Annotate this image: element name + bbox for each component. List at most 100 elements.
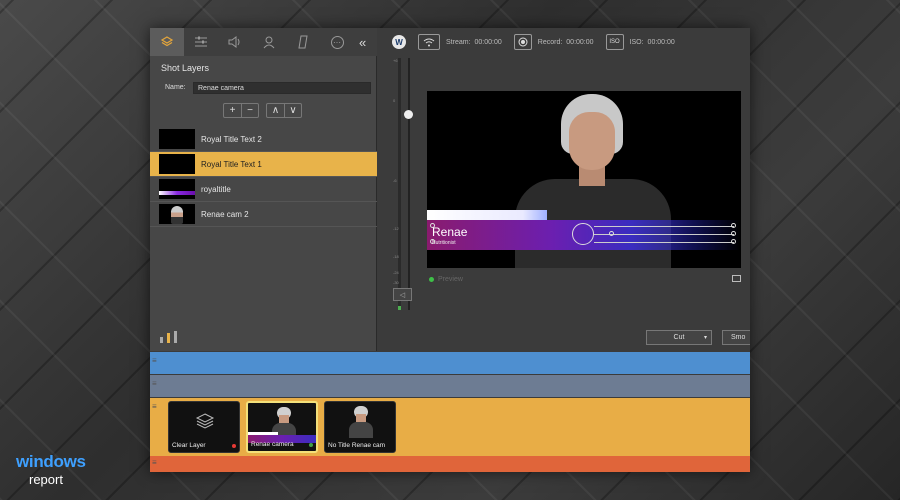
record-icon: [518, 37, 528, 47]
wirecast-window: ⋯ « Shot Layers Name: + − ∧ ∨ Royal Titl…: [150, 28, 750, 472]
transform-anchor[interactable]: [609, 231, 614, 236]
drag-handle-icon[interactable]: ≡: [152, 379, 162, 388]
tab-more[interactable]: ⋯: [320, 28, 354, 56]
preview-monitor[interactable]: Renae Nutritionist: [427, 91, 741, 268]
transform-anchor[interactable]: [731, 231, 736, 236]
watermark-logo: windows: [16, 452, 86, 471]
shot-layers-panel: ⋯ « Shot Layers Name: + − ∧ ∨ Royal Titl…: [150, 28, 377, 351]
shot-status-dot: [309, 443, 313, 447]
layer-row-selected[interactable]: Royal Title Text 1: [150, 152, 377, 177]
iso-time: 00:00:00: [647, 38, 675, 46]
broadcast-toolbar: W Stream: 00:00:00 Record: 00:00:00 ISO …: [378, 28, 750, 56]
tab-layers[interactable]: [150, 28, 184, 56]
layer-band-1[interactable]: ≡: [150, 352, 750, 374]
scale-tick: -6: [393, 178, 397, 183]
layer-visibility-indicators[interactable]: [160, 331, 177, 343]
transform-anchor[interactable]: [731, 239, 736, 244]
record-time: 00:00:00: [566, 38, 594, 46]
layer-thumbnail: [159, 154, 195, 174]
chevron-double-left-icon: «: [359, 34, 367, 50]
stream-label: Stream:: [446, 38, 471, 46]
tab-person[interactable]: [252, 28, 286, 56]
add-remove-group: + −: [223, 103, 259, 118]
drag-handle-icon[interactable]: ≡: [152, 402, 162, 411]
layer-band-2[interactable]: ≡: [150, 375, 750, 397]
speaker-icon: [228, 36, 240, 48]
speaker-icon: ◁: [399, 291, 406, 299]
stream-time: 00:00:00: [474, 38, 502, 46]
scale-tick: -12: [393, 226, 399, 231]
name-label: Name:: [165, 84, 186, 91]
move-down-button[interactable]: ∨: [284, 104, 301, 117]
lower-third-name: Renae: [432, 225, 468, 239]
shot-card-clear-layer[interactable]: Clear Layer: [168, 401, 240, 453]
add-layer-button[interactable]: +: [224, 104, 241, 117]
preview-label: Preview: [438, 276, 463, 283]
tab-properties[interactable]: [184, 28, 218, 56]
layer-thumbnail: [159, 129, 195, 149]
person-icon: [263, 36, 275, 48]
collapse-panel-button[interactable]: «: [359, 35, 377, 50]
smooth-transition-button[interactable]: Smo: [722, 330, 750, 345]
record-button[interactable]: [513, 34, 532, 50]
layer-band-4[interactable]: ≡: [150, 456, 750, 472]
transform-anchor[interactable]: [430, 223, 435, 228]
transform-guide-line: [594, 226, 734, 227]
scale-tick: +6: [393, 58, 398, 63]
transform-anchor[interactable]: [430, 239, 435, 244]
name-field[interactable]: [193, 82, 371, 94]
transform-handle[interactable]: [572, 223, 594, 245]
scale-tick: -30: [393, 280, 399, 285]
lower-third-accent: [427, 210, 547, 220]
scale-tick: 0: [393, 98, 396, 103]
layer-name: Royal Title Text 2: [201, 134, 262, 144]
card-icon: [298, 35, 308, 49]
lower-third-subtitle: Nutritionist: [432, 240, 456, 246]
layer-name: Royal Title Text 1: [201, 159, 262, 169]
layer-band-3[interactable]: ≡ Clear Layer Renae camera No Title Rena…: [150, 398, 750, 456]
layer-thumbnail: [159, 204, 195, 224]
layer-row[interactable]: Royal Title Text 2: [150, 127, 377, 152]
preview-indicator: Preview: [429, 276, 463, 283]
watermark-text: report: [29, 472, 63, 487]
transform-guide-line: [594, 234, 734, 235]
tab-card[interactable]: [286, 28, 320, 56]
layer-list: Royal Title Text 2 Royal Title Text 1 ro…: [150, 127, 377, 227]
wirecast-logo: W: [392, 35, 406, 49]
transition-type: Cut: [673, 334, 685, 341]
iso-button[interactable]: ISO: [605, 34, 624, 50]
layer-name: royaltitle: [201, 184, 231, 194]
move-up-button[interactable]: ∧: [267, 104, 284, 117]
shot-label: Renae camera: [251, 441, 294, 448]
audio-level-meter: +6 0 -6 -12 -18 -24 -30: [393, 58, 413, 310]
reorder-group: ∧ ∨: [266, 103, 302, 118]
tab-audio[interactable]: [218, 28, 252, 56]
layer-row[interactable]: Renae cam 2: [150, 202, 377, 227]
scale-tick: -18: [393, 254, 399, 259]
screen-icon[interactable]: [732, 275, 741, 282]
layer-name: Renae cam 2: [201, 209, 249, 219]
remove-layer-button[interactable]: −: [241, 104, 258, 117]
shot-card-no-title[interactable]: No Title Renae cam: [324, 401, 396, 453]
panel-tab-bar: ⋯ «: [150, 28, 377, 56]
layer-row[interactable]: royaltitle: [150, 177, 377, 202]
transition-select[interactable]: Cut ▾: [646, 330, 712, 345]
wifi-icon: [423, 38, 435, 46]
more-icon: ⋯: [330, 35, 344, 49]
stream-button[interactable]: [418, 34, 440, 50]
shot-status-dot: [232, 444, 236, 448]
audio-monitor-button[interactable]: ◁: [393, 288, 412, 301]
sliders-icon: [195, 36, 207, 47]
drag-handle-icon[interactable]: ≡: [152, 458, 162, 467]
iso-label: ISO:: [629, 38, 644, 46]
volume-slider-track[interactable]: [408, 58, 410, 310]
chevron-down-icon: ▾: [703, 335, 707, 341]
layers-icon: [160, 36, 174, 47]
shot-label: No Title Renae cam: [328, 442, 386, 449]
shot-card-renae-camera[interactable]: Renae camera: [246, 401, 318, 453]
iso-icon: ISO: [609, 39, 620, 45]
drag-handle-icon[interactable]: ≡: [152, 356, 162, 365]
volume-slider-knob[interactable]: [404, 110, 413, 119]
layers-icon: [195, 412, 215, 430]
transform-anchor[interactable]: [731, 223, 736, 228]
